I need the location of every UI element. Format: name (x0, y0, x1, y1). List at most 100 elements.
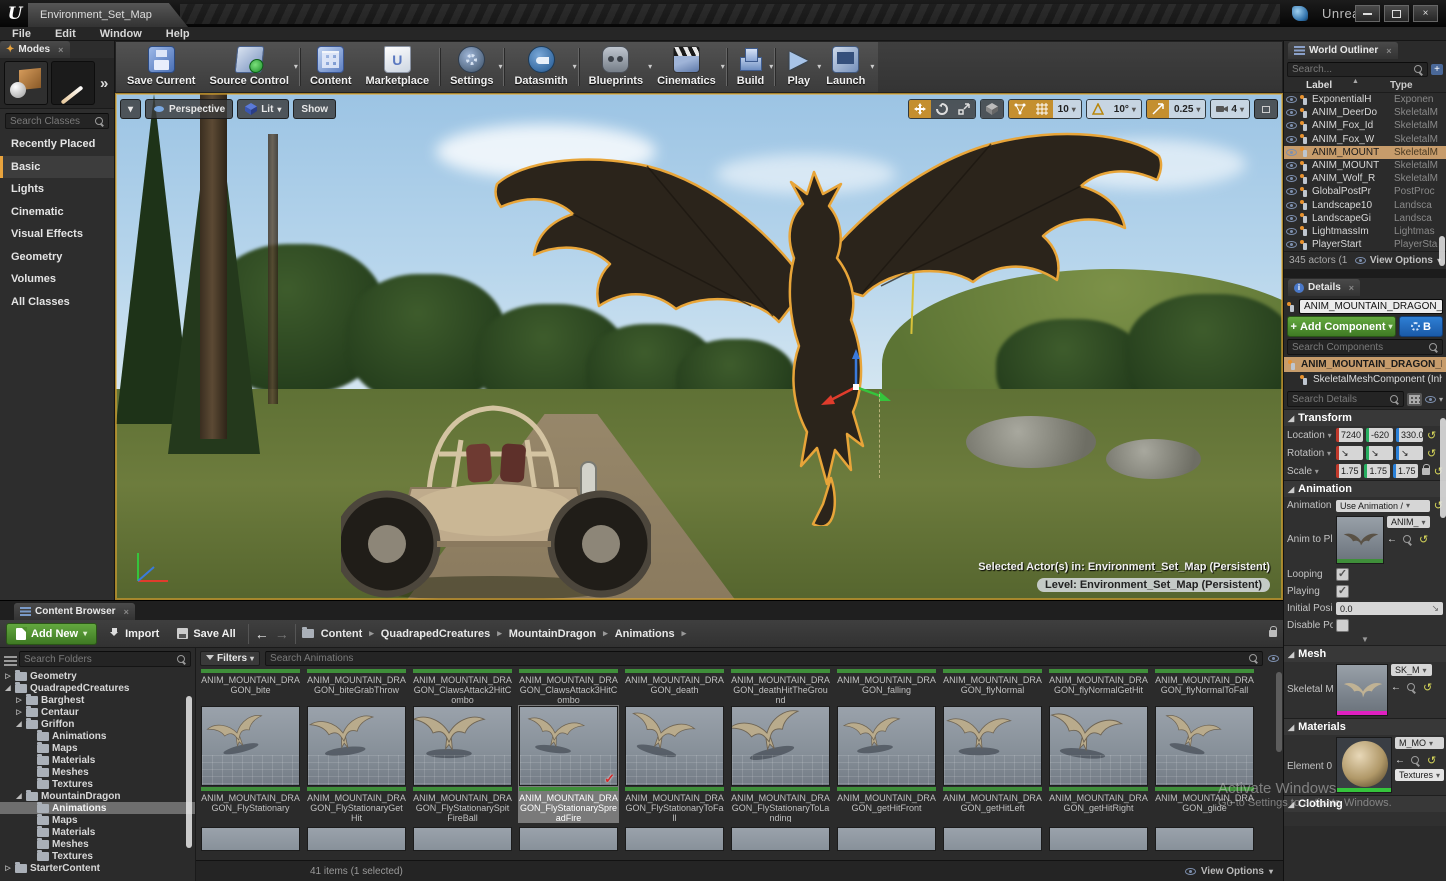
dropdown-arrow-icon[interactable]: ▾ (769, 62, 773, 71)
asset-tile[interactable] (200, 823, 301, 852)
snap-toggle-button[interactable] (1009, 100, 1031, 118)
breadcrumb-animations[interactable]: Animations (615, 628, 675, 640)
angle-snap-value[interactable]: 10°▾ (1109, 100, 1141, 118)
asset-tile[interactable] (624, 823, 725, 852)
visibility-eye-icon[interactable] (1286, 241, 1297, 248)
dropdown-arrow-icon[interactable]: ▾ (294, 62, 298, 71)
more-modes-chevron-icon[interactable]: » (100, 75, 108, 92)
world-outliner-tab[interactable]: World Outliner × (1288, 42, 1398, 59)
tree-collapsed-arrow-icon[interactable]: ▷ (4, 672, 12, 680)
mode-category-basic[interactable]: Basic (0, 156, 114, 179)
asset-tile[interactable]: ANIM_MOUNTAIN_DRAGON_FlyStationary (200, 705, 301, 823)
folder-tree-item-materials[interactable]: Materials (0, 754, 195, 766)
folder-tree-item-mountaindragon[interactable]: ◢MountainDragon (0, 790, 195, 802)
outliner-scrollbar[interactable] (1439, 236, 1445, 266)
mode-category-visual-effects[interactable]: Visual Effects (0, 223, 114, 246)
dropdown-arrow-icon[interactable]: ▾ (498, 62, 502, 71)
mode-category-lights[interactable]: Lights (0, 178, 114, 201)
materials-section-header[interactable]: ◢Materials (1284, 718, 1446, 735)
toolbar-content[interactable]: Content (303, 44, 359, 90)
disable-post-checkbox[interactable] (1336, 619, 1349, 632)
close-button[interactable]: × (1413, 5, 1438, 22)
mode-category-volumes[interactable]: Volumes (0, 268, 114, 291)
reset-icon[interactable]: ↺ (1427, 429, 1436, 442)
toolbar-cinematics[interactable]: Cinematics▾ (650, 44, 723, 90)
property-matrix-icon[interactable] (1407, 393, 1422, 406)
search-details-input[interactable]: Search Details (1287, 391, 1404, 407)
folder-tree-item-animations[interactable]: Animations (0, 730, 195, 742)
scale-x-field[interactable]: 1.75 (1336, 464, 1361, 478)
asset-tile[interactable] (1048, 823, 1149, 852)
maximize-button[interactable] (1384, 5, 1409, 22)
folder-tree-item-centaur[interactable]: ▷Centaur (0, 706, 195, 718)
visibility-eye-icon[interactable] (1286, 228, 1297, 235)
animation-asset-dropdown[interactable]: ANIM_▾ (1387, 516, 1430, 528)
clothing-section-header[interactable]: ◢Clothing (1284, 795, 1446, 812)
outliner-row[interactable]: LightmassImLightmas (1284, 225, 1446, 238)
world-local-toggle[interactable] (981, 100, 1003, 118)
content-browser-tab[interactable]: Content Browser × (14, 603, 135, 620)
label-column-header[interactable]: Label (1306, 80, 1390, 91)
asset-tile[interactable] (306, 823, 407, 852)
visibility-eye-icon[interactable] (1286, 149, 1297, 156)
asset-tile[interactable]: ANIM_MOUNTAIN_DRAGON_glide (1154, 705, 1255, 823)
asset-tile[interactable] (730, 823, 831, 852)
outliner-search-input[interactable]: Search... (1287, 62, 1428, 77)
rotation-label[interactable]: Rotation ▾ (1287, 448, 1333, 459)
asset-tile[interactable] (412, 823, 513, 852)
asset-tile[interactable]: ANIM_MOUNTAIN_DRAGON_getHitRight (1048, 705, 1149, 823)
asset-tile[interactable]: ANIM_MOUNTAIN_DRAGON_getHitLeft (942, 705, 1043, 823)
menu-file[interactable]: File (12, 28, 31, 40)
outliner-row[interactable]: ANIM_Fox_IdSkeletalM (1284, 119, 1446, 132)
scale-snap-toggle[interactable] (1147, 100, 1169, 118)
reset-icon[interactable]: ↺ (1427, 447, 1436, 460)
maximize-viewport-button[interactable] (1254, 99, 1278, 119)
type-column-header[interactable]: Type (1390, 80, 1442, 91)
skeletal-mesh-dropdown[interactable]: SK_M▾ (1391, 664, 1432, 676)
mode-category-cinematic[interactable]: Cinematic (0, 201, 114, 224)
close-icon[interactable]: × (58, 45, 63, 55)
lit-button[interactable]: Lit▾ (237, 99, 289, 119)
toolbar-build[interactable]: Build▾ (730, 44, 772, 90)
actor-name-field[interactable]: ANIM_MOUNTAIN_DRAGON_FlySta (1299, 299, 1443, 314)
location-label[interactable]: Location ▾ (1287, 430, 1333, 441)
view-options-button[interactable]: View Options ▾ (1185, 866, 1273, 877)
outliner-row[interactable]: Landscape10Landsca (1284, 199, 1446, 212)
add-component-button[interactable]: +Add Component▾ (1287, 316, 1396, 337)
material-thumbnail[interactable] (1336, 737, 1392, 793)
asset-tile[interactable] (1154, 823, 1255, 852)
buggy-vehicle[interactable] (341, 392, 651, 600)
move-tool-button[interactable] (909, 100, 931, 118)
menu-help[interactable]: Help (166, 28, 190, 40)
close-icon[interactable]: × (124, 607, 129, 617)
outliner-view-options[interactable]: View Options (1370, 255, 1433, 266)
reset-icon[interactable]: ↺ (1423, 681, 1432, 694)
visibility-eye-icon[interactable] (1286, 202, 1297, 209)
animation-asset-thumbnail[interactable] (1336, 516, 1384, 564)
folder-tree-item-animations[interactable]: Animations (0, 802, 195, 814)
camera-speed-icon[interactable]: 4▾ (1211, 100, 1249, 118)
rotation-y-field[interactable]: ↘ (1366, 446, 1393, 460)
close-icon[interactable]: × (1349, 283, 1354, 293)
visibility-eye-icon[interactable] (1286, 215, 1297, 222)
modes-tab[interactable]: ✦Modes× (0, 41, 70, 58)
component-row[interactable]: ANIM_MOUNTAIN_DRAGON_FlySta (1284, 357, 1446, 372)
filters-button[interactable]: Filters ▾ (200, 651, 260, 666)
search-classes-input[interactable]: Search Classes (5, 113, 109, 129)
outliner-row[interactable]: ExponentialHExponen (1284, 93, 1446, 106)
expand-section-arrow[interactable]: ▼ (1284, 634, 1446, 645)
save-all-button[interactable]: Save All (171, 628, 241, 640)
toolbar-save-current[interactable]: Save Current (120, 44, 202, 90)
use-selected-arrow-icon[interactable]: ← (1387, 534, 1397, 545)
outliner-row[interactable]: GlobalPostPrPostProc (1284, 185, 1446, 198)
asset-tile[interactable]: ANIM_MOUNTAIN_DRAGON_biteGrabThrow (306, 668, 407, 705)
browse-icon[interactable] (1403, 535, 1412, 544)
place-mode-button[interactable] (4, 61, 48, 105)
transform-section-header[interactable]: ◢Transform (1284, 409, 1446, 426)
use-selected-arrow-icon[interactable]: ← (1395, 755, 1405, 766)
folder-tree-item-griffon[interactable]: ◢Griffon (0, 718, 195, 730)
asset-scrollbar[interactable] (1276, 672, 1282, 752)
grid-snap-value[interactable]: 10▾ (1053, 100, 1081, 118)
folder-tree-item-textures[interactable]: Textures (0, 778, 195, 790)
asset-tile[interactable] (518, 823, 619, 852)
